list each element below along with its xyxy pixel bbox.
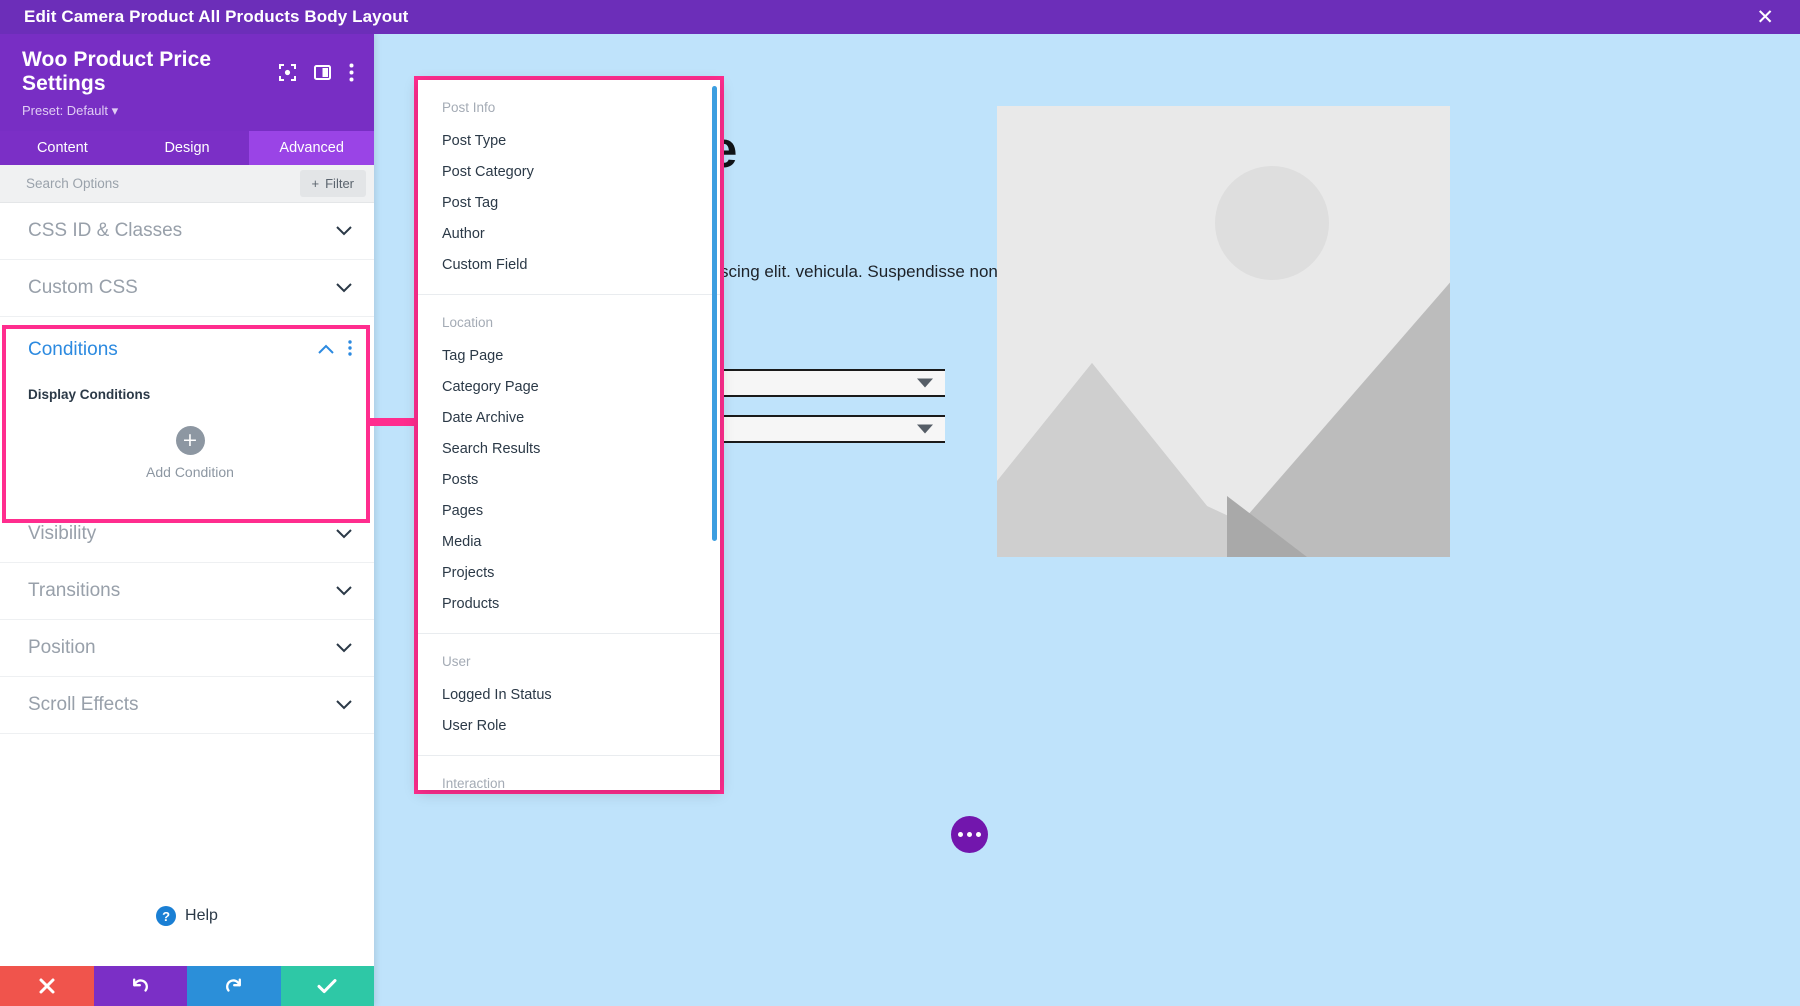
redo-button[interactable] [187,966,281,1006]
filter-button[interactable]: + Filter [299,170,366,197]
chevron-down-icon [336,643,352,653]
popover-group-user: User Logged In Status User Role [418,633,720,741]
popover-item-tag-page[interactable]: Tag Page [418,340,720,371]
panel-header: Woo Product Price Settings Preset: Defau… [0,34,374,131]
section-label: Scroll Effects [28,694,139,715]
popover-item-post-type[interactable]: Post Type [418,125,720,156]
popover-item-post-tag[interactable]: Post Tag [418,187,720,218]
group-heading: Post Info [442,100,496,115]
preset-label: Preset: Default [22,103,108,118]
section-position[interactable]: Position [0,620,374,677]
cancel-button[interactable] [0,966,94,1006]
display-conditions-label: Display Conditions [28,387,151,402]
group-heading: User [442,654,471,669]
caret-down-icon [917,378,933,388]
undo-button[interactable] [93,966,187,1006]
window-title-bar: Edit Camera Product All Products Body La… [0,0,1800,34]
search-options-bar: Search Options + Filter [0,165,374,203]
vertical-dots-icon[interactable] [349,63,354,82]
chevron-up-icon[interactable] [318,341,334,359]
section-scroll-effects[interactable]: Scroll Effects [0,677,374,734]
popover-item-search-results[interactable]: Search Results [418,433,720,464]
settings-tabs: Content Design Advanced [0,131,375,165]
panel-action-bar [0,966,374,1006]
chevron-down-icon [336,226,352,236]
layout-panel-icon[interactable] [314,64,331,81]
question-circle-icon: ? [156,906,177,926]
chevron-down-icon [336,529,352,539]
popover-group-post-info: Post Info Post Type Post Category Post T… [418,94,720,280]
popover-item-date-archive[interactable]: Date Archive [418,402,720,433]
popover-item-pages[interactable]: Pages [418,495,720,526]
preview-select-1[interactable]: on [700,369,945,397]
filter-button-label: Filter [325,176,354,191]
plus-icon: + [175,426,205,455]
vertical-dots-icon[interactable] [348,339,352,361]
help-link[interactable]: ? Help [0,866,374,966]
add-condition-button[interactable]: + Add Condition [28,426,352,480]
conditions-label: Conditions [28,339,118,360]
preview-select-2[interactable]: on [700,415,945,443]
popover-group-location: Location Tag Page Category Page Date Arc… [418,294,720,619]
ellipsis-dot [967,832,972,837]
image-placeholder-icon [997,106,1450,557]
popover-group-interaction: Interaction [418,755,720,790]
section-conditions: Conditions Display Conditions + Add Cond… [0,317,374,506]
close-icon[interactable]: ✕ [1756,6,1774,28]
focus-target-icon[interactable] [279,63,296,81]
settings-accordion: CSS ID & Classes Custom CSS Conditions D… [0,203,374,866]
help-label: Help [185,907,218,924]
module-title: Woo Product Price Settings [22,48,212,95]
popover-item-author[interactable]: Author [418,218,720,249]
popover-item-posts[interactable]: Posts [418,464,720,495]
section-visibility[interactable]: Visibility [0,506,374,563]
popover-item-logged-in-status[interactable]: Logged In Status [418,679,720,710]
popover-item-post-category[interactable]: Post Category [418,156,720,187]
section-label: CSS ID & Classes [28,220,183,241]
ellipsis-dot [958,832,963,837]
section-css-id-classes[interactable]: CSS ID & Classes [0,203,374,260]
section-label: Custom CSS [28,277,138,298]
section-transitions[interactable]: Transitions [0,563,374,620]
caret-down-icon [917,424,933,434]
more-options-fab[interactable] [951,816,988,853]
popover-item-category-page[interactable]: Category Page [418,371,720,402]
section-label: Position [28,637,96,658]
display-conditions-popover: Post Info Post Type Post Category Post T… [418,80,720,790]
popover-item-products[interactable]: Products [418,588,720,619]
ellipsis-dot [976,832,981,837]
popover-item-custom-field[interactable]: Custom Field [418,249,720,280]
chevron-down-icon [336,586,352,596]
module-settings-panel: Woo Product Price Settings Preset: Defau… [0,34,375,1006]
group-heading: Interaction [442,776,506,790]
add-condition-label: Add Condition [146,464,234,480]
save-button[interactable] [280,966,374,1006]
tab-content[interactable]: Content [0,131,125,165]
section-label: Visibility [28,523,97,544]
preset-selector[interactable]: Preset: Default ▾ [0,96,374,119]
section-custom-css[interactable]: Custom CSS [0,260,374,317]
tab-design[interactable]: Design [124,131,250,165]
chevron-down-icon [336,283,352,293]
window-title: Edit Camera Product All Products Body La… [24,7,409,26]
popover-scrollbar[interactable] [712,86,717,541]
conditions-header[interactable]: Conditions [28,317,352,383]
section-label: Transitions [28,580,121,601]
popover-item-media[interactable]: Media [418,526,720,557]
popover-item-projects[interactable]: Projects [418,557,720,588]
search-input[interactable]: Search Options [26,176,119,191]
tab-advanced[interactable]: Advanced [249,131,375,165]
popover-item-user-role[interactable]: User Role [418,710,720,741]
plus-icon: + [311,176,320,191]
chevron-down-icon [336,700,352,710]
group-heading: Location [442,315,494,330]
